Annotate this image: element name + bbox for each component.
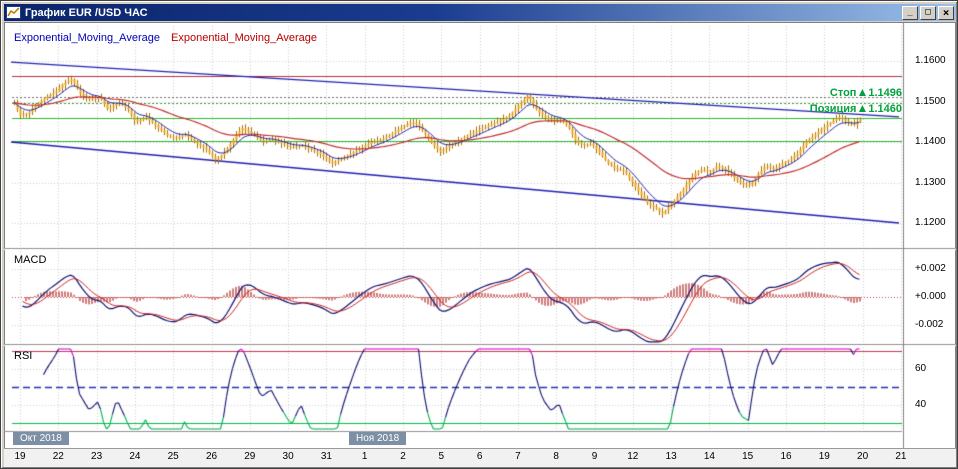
price-axis-label: 1.1400 — [906, 136, 952, 147]
chart-window: График EUR /USD ЧАС _ □ × Exponential_Mo… — [0, 0, 958, 469]
month-label: Ноя 2018 — [349, 432, 406, 445]
price-axis-label: 1.1300 — [906, 177, 952, 188]
x-axis-day-label: 2 — [390, 451, 416, 462]
ema-label-blue[interactable]: Exponential_Moving_Average — [14, 32, 160, 44]
x-axis-day-label: 19 — [811, 451, 837, 462]
x-axis-day-label: 13 — [658, 451, 684, 462]
maximize-button[interactable]: □ — [920, 6, 936, 20]
x-axis-day-label: 30 — [275, 451, 301, 462]
x-axis-day-label: 23 — [84, 451, 110, 462]
x-axis-day-label: 16 — [773, 451, 799, 462]
x-axis-day-label: 29 — [237, 451, 263, 462]
arrow-up-icon: ▲ — [856, 85, 868, 99]
x-axis-day-label: 7 — [505, 451, 531, 462]
title-bar[interactable]: График EUR /USD ЧАС _ □ × — [4, 4, 956, 21]
x-axis-day-label: 26 — [199, 451, 225, 462]
chart-icon — [6, 6, 21, 19]
rsi-axis-label: 60 — [906, 363, 952, 374]
x-axis-day-label: 22 — [45, 451, 71, 462]
stop-label-text: Стоп — [830, 87, 857, 99]
chart-canvas[interactable] — [4, 22, 956, 467]
x-axis-day-label: 21 — [888, 451, 914, 462]
rsi-axis-label: 40 — [906, 399, 952, 410]
ema-label-red[interactable]: Exponential_Moving_Average — [171, 32, 317, 44]
stop-order-marker[interactable]: Стоп▲1.1496 — [830, 85, 902, 99]
x-axis-day-label: 19 — [7, 451, 33, 462]
position-label-text: Позиция — [810, 103, 857, 115]
window-controls: _ □ × — [900, 6, 954, 20]
x-axis-day-label: 5 — [428, 451, 454, 462]
x-axis-day-label: 14 — [696, 451, 722, 462]
minimize-button[interactable]: _ — [902, 6, 918, 20]
price-axis-label: 1.1600 — [906, 55, 952, 66]
chart-area: Exponential_Moving_Average Exponential_M… — [4, 22, 956, 467]
position-order-marker[interactable]: Позиция▲1.1460 — [810, 101, 902, 115]
price-axis-label: 1.1500 — [906, 96, 952, 107]
x-axis-day-label: 24 — [122, 451, 148, 462]
close-button[interactable]: × — [938, 6, 954, 20]
macd-panel-label: MACD — [14, 254, 46, 266]
position-value: 1.1460 — [868, 103, 902, 115]
rsi-panel-label: RSI — [14, 350, 32, 362]
x-axis-day-label: 8 — [543, 451, 569, 462]
price-axis-label: 1.1200 — [906, 217, 952, 228]
window-title: График EUR /USD ЧАС — [25, 7, 900, 19]
stop-value: 1.1496 — [868, 87, 902, 99]
x-axis-day-label: 12 — [620, 451, 646, 462]
macd-axis-label: +0.002 — [906, 263, 952, 274]
x-axis-day-label: 15 — [735, 451, 761, 462]
x-axis-day-label: 6 — [467, 451, 493, 462]
month-label: Окт 2018 — [13, 432, 69, 445]
x-axis-day-label: 1 — [352, 451, 378, 462]
macd-axis-label: +0.000 — [906, 291, 952, 302]
x-axis-day-label: 25 — [160, 451, 186, 462]
macd-axis-label: -0.002 — [906, 319, 952, 330]
x-axis-day-label: 31 — [313, 451, 339, 462]
arrow-up-icon: ▲ — [856, 101, 868, 115]
indicator-legend: Exponential_Moving_Average Exponential_M… — [14, 32, 317, 44]
x-axis-day-label: 20 — [850, 451, 876, 462]
x-axis-day-label: 9 — [582, 451, 608, 462]
